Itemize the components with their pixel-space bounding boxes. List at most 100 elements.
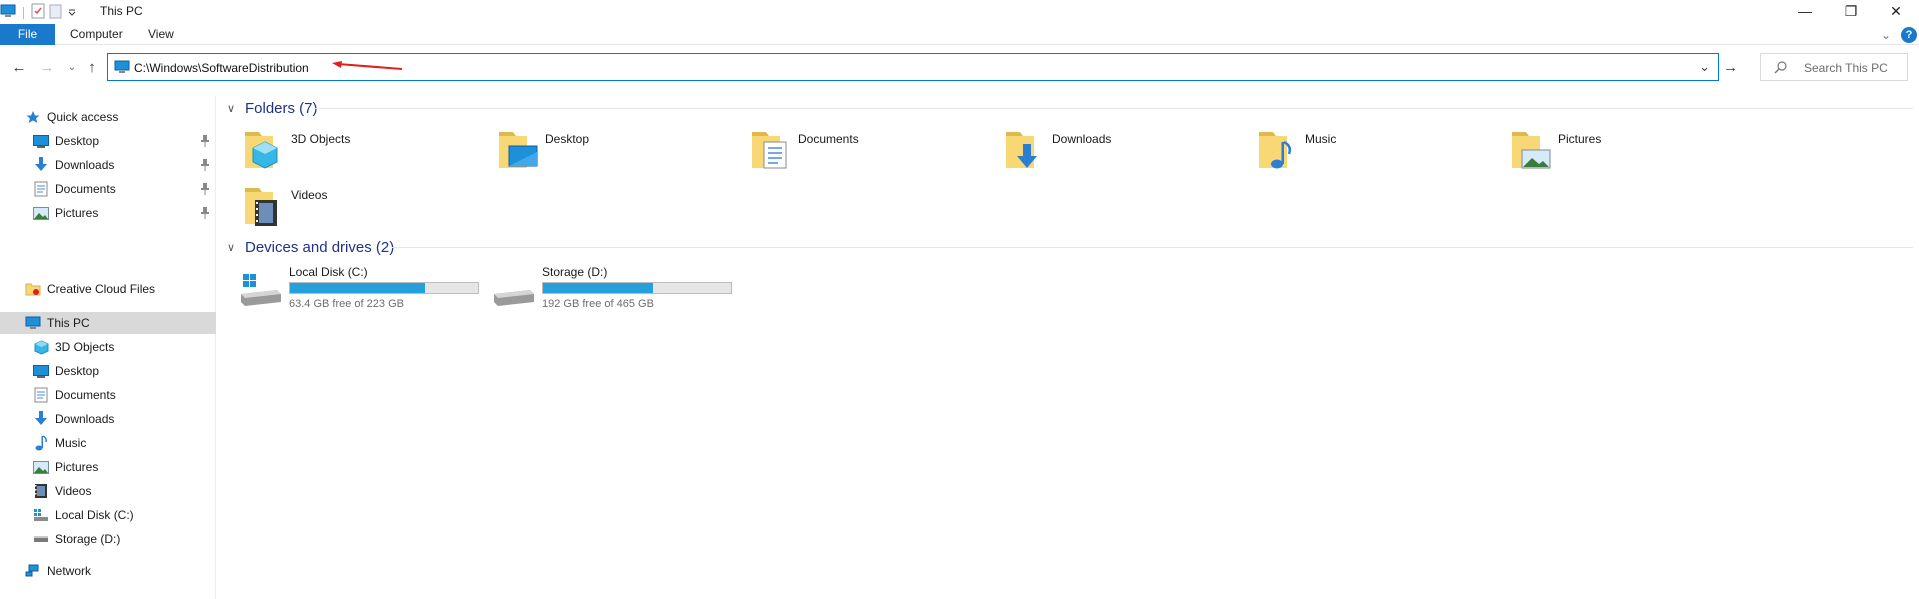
minimize-button[interactable]: — xyxy=(1782,0,1828,22)
drive-storage-d[interactable]: Storage (D:) 192 GB free of 465 GB xyxy=(492,264,742,312)
downloads-icon xyxy=(32,411,50,427)
folder-downloads[interactable]: Downloads xyxy=(1004,128,1254,176)
sidebar-item-label: Downloads xyxy=(55,158,115,172)
title-bar: This PC — ❐ ✕ xyxy=(0,0,1919,22)
folder-videos[interactable]: Videos xyxy=(243,184,493,232)
drive-usage-fill xyxy=(290,283,425,293)
folder-desktop[interactable]: Desktop xyxy=(497,128,747,176)
drive-usage-bar xyxy=(289,282,479,294)
folders-group-header[interactable]: ∨ Folders (7) xyxy=(227,98,318,118)
sidebar-item-label: Desktop xyxy=(55,134,100,148)
forward-button[interactable]: → xyxy=(38,58,56,76)
go-button[interactable]: → xyxy=(1723,59,1738,76)
documents-icon xyxy=(32,387,50,403)
sidebar-item-qa-pictures[interactable]: Pictures xyxy=(0,202,216,224)
sidebar-item-local-disk[interactable]: Local Disk (C:) xyxy=(0,504,216,526)
sidebar-item-label: Local Disk (C:) xyxy=(55,508,134,522)
chevron-down-icon[interactable]: ∨ xyxy=(227,102,239,115)
drives-group-header[interactable]: ∨ Devices and drives (2) xyxy=(227,237,394,257)
window-title: This PC xyxy=(100,4,143,18)
downloads-icon xyxy=(32,157,50,173)
3d-objects-folder-icon xyxy=(245,132,278,169)
drive-local-disk-c[interactable]: Local Disk (C:) 63.4 GB free of 223 GB xyxy=(239,264,489,312)
pin-icon[interactable] xyxy=(200,183,210,195)
search-input[interactable]: Search This PC xyxy=(1804,61,1888,75)
help-icon[interactable]: ? xyxy=(1901,26,1917,43)
sidebar-item-label: Creative Cloud Files xyxy=(47,282,156,296)
recent-locations-button[interactable]: ⌄ xyxy=(63,58,81,76)
address-path[interactable]: C:\Windows\SoftwareDistribution xyxy=(134,61,309,75)
folder-music[interactable]: Music xyxy=(1257,128,1507,176)
content-pane: ∨ Folders (7) 3D Objects Desktop Documen… xyxy=(217,96,1919,599)
folders-group-label: Folders (7) xyxy=(245,99,318,117)
sidebar-item-downloads[interactable]: Downloads xyxy=(0,408,216,430)
folder-documents[interactable]: Documents xyxy=(750,128,1000,176)
sidebar-item-qa-documents[interactable]: Documents xyxy=(0,178,216,200)
star-icon xyxy=(24,109,42,125)
properties-icon[interactable] xyxy=(31,3,45,22)
pin-icon[interactable] xyxy=(200,159,210,171)
music-icon xyxy=(32,435,50,451)
sidebar-item-documents[interactable]: Documents xyxy=(0,384,216,406)
this-pc-icon xyxy=(114,60,130,77)
sidebar-item-creative-cloud[interactable]: Creative Cloud Files xyxy=(0,278,216,300)
search-icon xyxy=(1774,60,1788,77)
music-folder-icon xyxy=(1259,132,1292,169)
up-button[interactable]: ↑ xyxy=(83,58,101,76)
pictures-icon xyxy=(32,459,50,475)
sidebar-item-label: Network xyxy=(47,564,92,578)
chevron-down-icon[interactable]: ∨ xyxy=(227,241,239,254)
sidebar-item-music[interactable]: Music xyxy=(0,432,216,454)
network-icon xyxy=(24,563,42,579)
videos-icon xyxy=(32,483,50,499)
tab-view[interactable]: View xyxy=(148,24,174,45)
close-button[interactable]: ✕ xyxy=(1873,0,1919,22)
customize-toolbar-icon[interactable] xyxy=(67,6,77,20)
ribbon-tabs: File Computer View ⌄ ? xyxy=(0,24,1919,45)
new-folder-icon[interactable] xyxy=(49,3,63,22)
drive-usage-bar xyxy=(542,282,732,294)
sidebar-item-quick-access[interactable]: Quick access xyxy=(0,106,216,128)
drive-icon xyxy=(494,290,534,306)
folder-name: Desktop xyxy=(545,132,590,146)
pin-icon[interactable] xyxy=(200,207,210,219)
sidebar-item-storage[interactable]: Storage (D:) xyxy=(0,528,216,550)
expand-ribbon-icon[interactable]: ⌄ xyxy=(1881,28,1891,42)
folder-3d-objects[interactable]: 3D Objects xyxy=(243,128,493,176)
documents-folder-icon xyxy=(752,132,787,169)
restore-button[interactable]: ❐ xyxy=(1828,0,1874,22)
folder-pictures[interactable]: Pictures xyxy=(1510,128,1760,176)
folder-name: Videos xyxy=(291,188,328,202)
sidebar-item-qa-desktop[interactable]: Desktop xyxy=(0,130,216,152)
sidebar-item-desktop[interactable]: Desktop xyxy=(0,360,216,382)
3d-objects-icon xyxy=(32,339,50,355)
folder-name: Downloads xyxy=(1052,132,1112,146)
sidebar-item-label: 3D Objects xyxy=(55,340,115,354)
sidebar-item-3d-objects[interactable]: 3D Objects xyxy=(0,336,216,358)
folder-name: Pictures xyxy=(1558,132,1602,146)
folder-name: Music xyxy=(1305,132,1337,146)
address-dropdown-icon[interactable]: ⌄ xyxy=(1699,59,1710,75)
navigation-pane: Quick access Desktop Downloads Documents… xyxy=(0,96,216,599)
downloads-folder-icon xyxy=(1006,132,1037,168)
sidebar-item-qa-downloads[interactable]: Downloads xyxy=(0,154,216,176)
sidebar-item-network[interactable]: Network xyxy=(0,560,216,582)
pin-icon[interactable] xyxy=(200,135,210,147)
sidebar-item-label: Pictures xyxy=(55,460,99,474)
sidebar-item-pictures[interactable]: Pictures xyxy=(0,456,216,478)
sidebar-item-label: Videos xyxy=(55,484,92,498)
sidebar-item-label: Documents xyxy=(55,182,116,196)
this-pc-icon xyxy=(0,4,16,21)
sidebar-item-videos[interactable]: Videos xyxy=(0,480,216,502)
drive-free-space: 192 GB free of 465 GB xyxy=(542,298,654,310)
search-box[interactable]: Search This PC xyxy=(1760,53,1908,81)
back-button[interactable]: ← xyxy=(10,58,28,76)
tab-computer[interactable]: Computer xyxy=(70,24,123,45)
drive-name: Local Disk (C:) xyxy=(289,265,368,279)
creative-cloud-folder-icon xyxy=(24,281,42,297)
tab-file[interactable]: File xyxy=(0,24,55,45)
drive-icon xyxy=(32,531,50,547)
sidebar-item-this-pc[interactable]: This PC xyxy=(0,312,216,334)
sidebar-item-label: Storage (D:) xyxy=(55,532,121,546)
local-disk-icon xyxy=(32,507,50,523)
